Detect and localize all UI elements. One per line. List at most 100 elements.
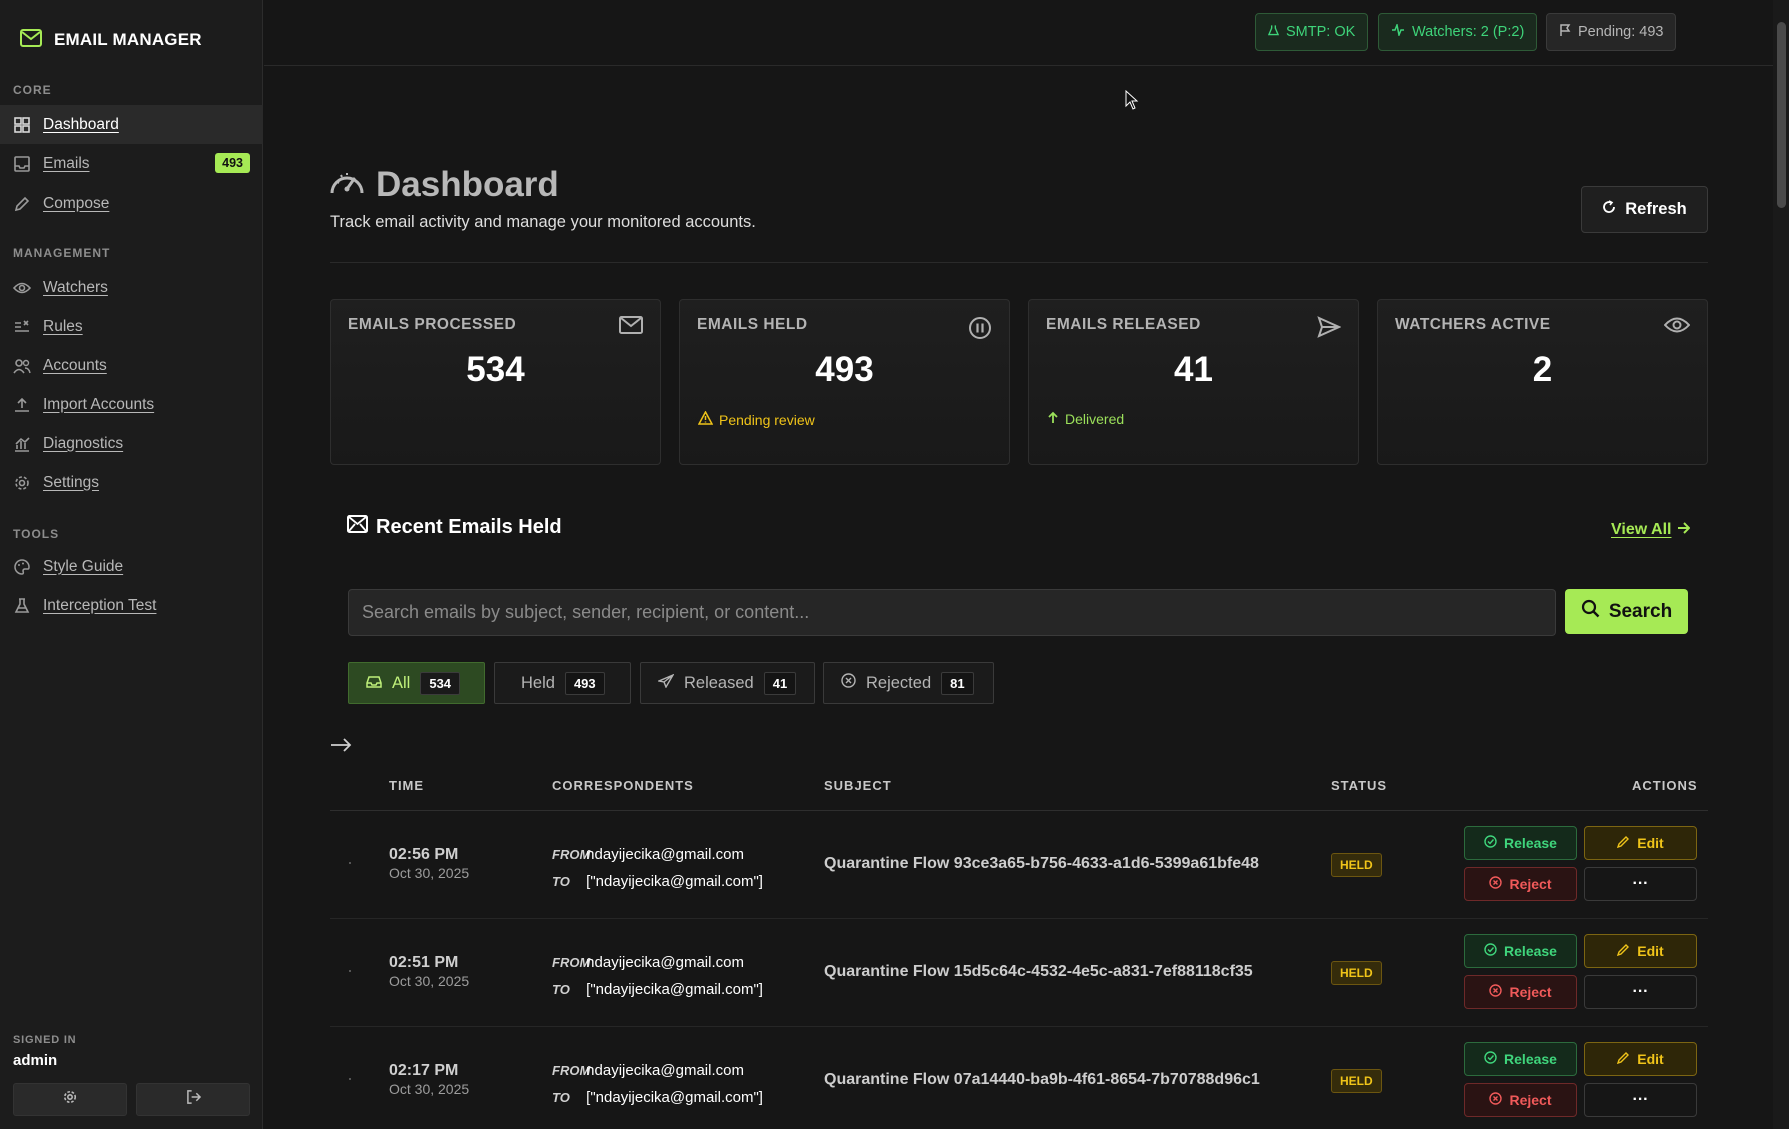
signed-in-user: admin — [13, 1052, 58, 1069]
date-value: Oct 30, 2025 — [389, 973, 470, 989]
release-button[interactable]: Release — [1464, 1042, 1577, 1076]
logout-button[interactable] — [136, 1083, 250, 1116]
mouse-cursor-icon — [1125, 89, 1139, 115]
x-circle-icon — [841, 673, 856, 693]
subject-cell[interactable]: Quarantine Flow 93ce3a65-b756-4633-a1d6-… — [824, 855, 1259, 873]
pencil-icon — [1617, 1051, 1630, 1067]
release-label: Release — [1504, 835, 1557, 851]
stat-note: Pending review — [697, 410, 815, 428]
brand[interactable]: EMAIL MANAGER — [0, 0, 262, 60]
date-value: Oct 30, 2025 — [389, 865, 470, 881]
sidebar-item-import-accounts[interactable]: Import Accounts — [0, 385, 263, 424]
correspondents-cell: FROM ndayijecika@gmail.com TO ["ndayijec… — [552, 949, 763, 1003]
reject-label: Reject — [1509, 984, 1552, 1000]
filter-rejected[interactable]: Rejected 81 — [823, 662, 994, 704]
column-header-time[interactable]: TIME — [389, 778, 424, 793]
edit-label: Edit — [1637, 835, 1664, 851]
inbox-icon — [13, 155, 31, 173]
upload-icon — [13, 396, 31, 414]
from-label: FROM — [552, 847, 591, 862]
filter-count: 534 — [420, 671, 461, 695]
flask-icon — [1267, 24, 1280, 40]
search-button[interactable]: Search — [1565, 589, 1688, 634]
filter-all[interactable]: All 534 — [348, 662, 485, 704]
sidebar-item-settings[interactable]: Settings — [0, 463, 263, 502]
sidebar-item-label: Rules — [43, 317, 83, 335]
reject-button[interactable]: Reject — [1464, 867, 1577, 901]
eye-icon — [13, 279, 31, 297]
smtp-status-text: SMTP: OK — [1286, 24, 1356, 40]
edit-button[interactable]: Edit — [1584, 826, 1697, 860]
sidebar-item-style-guide[interactable]: Style Guide — [0, 547, 263, 586]
refresh-icon — [1602, 200, 1616, 219]
sidebar-item-watchers[interactable]: Watchers — [0, 268, 263, 307]
pending-status-pill[interactable]: Pending: 493 — [1546, 13, 1677, 51]
more-actions-button[interactable]: ··· — [1584, 867, 1697, 901]
page-scrollbar[interactable] — [1773, 0, 1789, 1129]
release-button[interactable]: Release — [1464, 826, 1577, 860]
subject-cell[interactable]: Quarantine Flow 15d5c64c-4532-4e5c-a831-… — [824, 963, 1253, 981]
more-icon: ··· — [1632, 983, 1649, 1000]
sidebar-item-accounts[interactable]: Accounts — [0, 346, 263, 385]
arrow-right-icon[interactable] — [330, 738, 352, 757]
filter-held[interactable]: Held 493 — [494, 662, 631, 704]
pencil-icon — [13, 195, 31, 213]
section-management: MANAGEMENT — [13, 246, 111, 260]
refresh-button[interactable]: Refresh — [1581, 186, 1708, 233]
search-input[interactable] — [348, 589, 1556, 636]
sidebar-item-emails[interactable]: Emails 493 — [0, 144, 263, 183]
signed-in-label: SIGNED IN — [13, 1034, 77, 1046]
table-row[interactable]: 02:17 PM Oct 30, 2025 FROM ndayijecika@g… — [330, 1027, 1708, 1129]
edit-label: Edit — [1637, 1051, 1664, 1067]
view-all-link[interactable]: View All — [1611, 521, 1691, 539]
more-actions-button[interactable]: ··· — [1584, 1083, 1697, 1117]
mail-icon — [20, 28, 42, 52]
users-icon — [13, 357, 31, 375]
reject-button[interactable]: Reject — [1464, 1083, 1577, 1117]
subject-cell[interactable]: Quarantine Flow 07a14440-ba9b-4f61-8654-… — [824, 1071, 1260, 1089]
reject-label: Reject — [1509, 876, 1552, 892]
stat-card-watchers: WATCHERS ACTIVE 2 — [1377, 299, 1708, 465]
grid-icon — [13, 116, 31, 134]
watchers-status-pill[interactable]: Watchers: 2 (P:2) — [1378, 13, 1538, 51]
row-marker — [349, 970, 351, 972]
stat-card-held: EMAILS HELD 493 Pending review — [679, 299, 1010, 465]
filter-released[interactable]: Released 41 — [640, 662, 815, 704]
settings-button[interactable] — [13, 1083, 127, 1116]
correspondents-cell: FROM ndayijecika@gmail.com TO ["ndayijec… — [552, 1057, 763, 1111]
release-button[interactable]: Release — [1464, 934, 1577, 968]
correspondents-cell: FROM ndayijecika@gmail.com TO ["ndayijec… — [552, 841, 763, 895]
sidebar-item-label: Emails — [43, 154, 90, 172]
reject-label: Reject — [1509, 1092, 1552, 1108]
sidebar-item-label: Style Guide — [43, 557, 124, 575]
to-label: TO — [552, 982, 570, 997]
smtp-status-pill[interactable]: SMTP: OK — [1255, 13, 1369, 51]
logout-icon — [186, 1090, 201, 1109]
reject-button[interactable]: Reject — [1464, 975, 1577, 1009]
more-icon: ··· — [1632, 1091, 1649, 1108]
filter-label: Released — [684, 673, 754, 692]
sidebar-item-compose[interactable]: Compose — [0, 184, 263, 223]
row-marker — [349, 862, 351, 864]
from-address: ndayijecika@gmail.com — [586, 846, 744, 863]
stat-label: EMAILS PROCESSED — [348, 316, 517, 333]
table-row[interactable]: 02:51 PM Oct 30, 2025 FROM ndayijecika@g… — [330, 919, 1708, 1027]
sidebar-item-rules[interactable]: Rules — [0, 307, 263, 346]
scrollbar-thumb[interactable] — [1777, 22, 1786, 208]
time-value: 02:17 PM — [389, 1062, 459, 1079]
sidebar-item-diagnostics[interactable]: Diagnostics — [0, 424, 263, 463]
emails-count-badge: 493 — [215, 153, 250, 173]
sidebar-item-interception-test[interactable]: Interception Test — [0, 586, 263, 625]
sidebar-item-dashboard[interactable]: Dashboard — [0, 105, 263, 144]
section-core: CORE — [13, 83, 52, 97]
stat-value: 534 — [466, 350, 525, 389]
inbox-icon — [366, 674, 382, 693]
edit-label: Edit — [1637, 943, 1664, 959]
table-row[interactable]: 02:56 PM Oct 30, 2025 FROM ndayijecika@g… — [330, 811, 1708, 919]
edit-button[interactable]: Edit — [1584, 934, 1697, 968]
flask-icon — [13, 597, 31, 615]
edit-button[interactable]: Edit — [1584, 1042, 1697, 1076]
more-actions-button[interactable]: ··· — [1584, 975, 1697, 1009]
check-circle-icon — [1484, 1051, 1497, 1067]
filter-count: 41 — [763, 671, 797, 695]
